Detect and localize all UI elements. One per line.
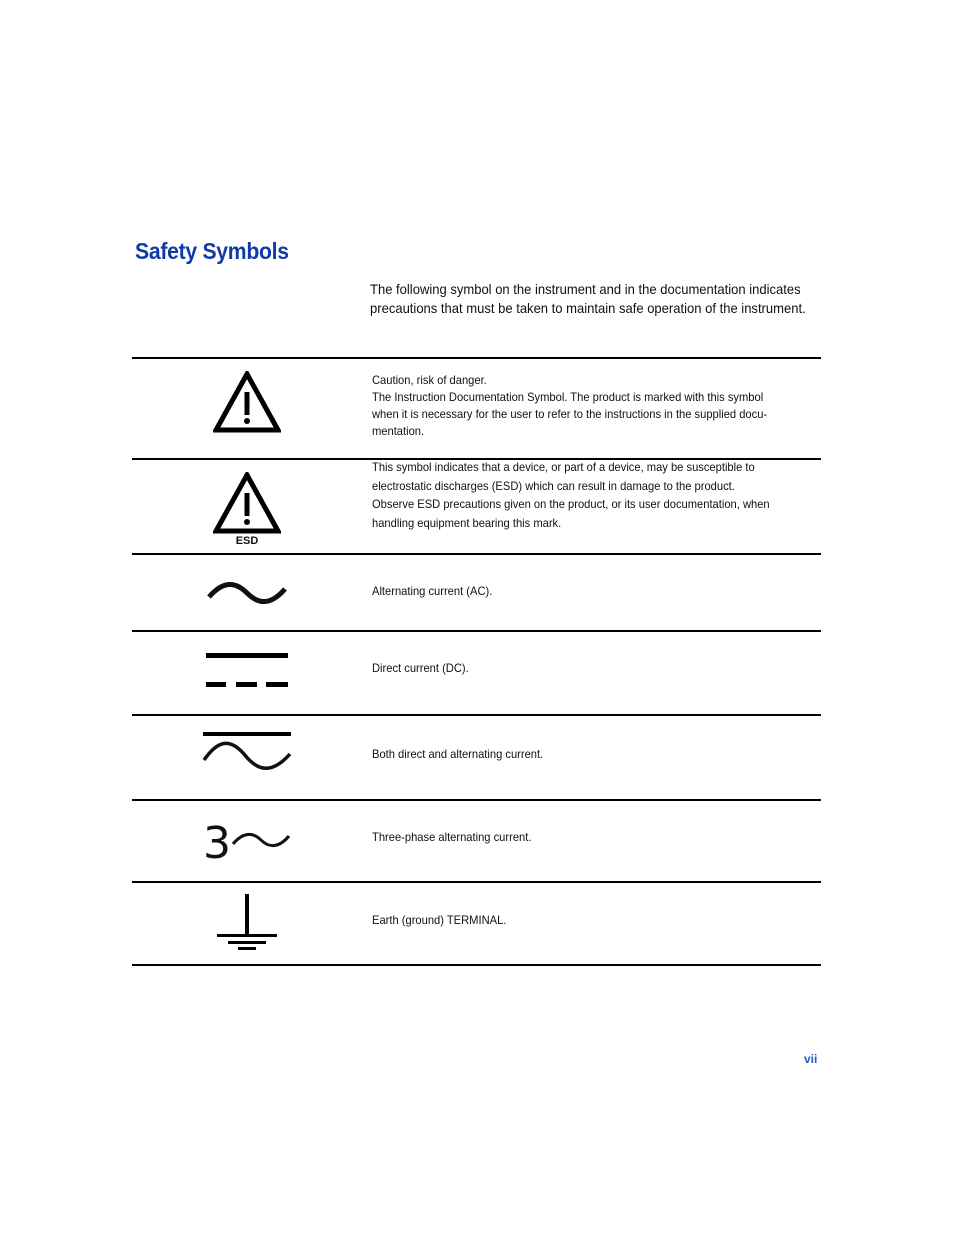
description-line: handling equipment bearing this mark.	[372, 515, 562, 530]
description-line: Observe ESD precautions given on the pro…	[372, 497, 770, 511]
symbol-row-three-phase: 3 Three-phase alternating current.	[132, 801, 821, 881]
symbol-row-dc: Direct current (DC).	[132, 632, 821, 714]
symbol-row-ac-dc: Both direct and alternating current.	[132, 716, 821, 799]
description-line: This symbol indicates that a device, or …	[372, 460, 755, 474]
symbol-description: Both direct and alternating current.	[372, 747, 809, 761]
intro-paragraph: The following symbol on the instrument a…	[370, 281, 806, 316]
warning-triangle-icon	[202, 371, 292, 433]
description-line: The Instruction Documentation Symbol. Th…	[372, 390, 764, 404]
symbol-row-ac: Alternating current (AC).	[132, 555, 821, 630]
symbol-description: Direct current (DC).	[372, 661, 809, 675]
direct-current-icon	[202, 648, 292, 690]
alternating-current-icon	[202, 575, 292, 611]
ac-dc-icon	[202, 730, 292, 778]
earth-ground-icon	[202, 891, 292, 951]
description-line: mentation.	[372, 424, 425, 438]
symbol-row-caution: Caution, risk of danger. The Instruction…	[132, 359, 821, 458]
three-phase-ac-icon: 3	[202, 817, 292, 863]
table-rule-bottom	[132, 964, 821, 966]
symbol-description: This symbol indicates that a device, or …	[372, 458, 809, 532]
description-line: Alternating current (AC).	[372, 584, 493, 598]
esd-label: ESD	[235, 534, 259, 547]
description-line: electrostatic discharges (ESD) which can…	[372, 478, 735, 493]
page-number: vii	[804, 1052, 818, 1066]
three-phase-number: 3	[203, 818, 231, 862]
description-line: Three-phase alternating current.	[372, 830, 532, 844]
symbol-description: Alternating current (AC).	[372, 584, 809, 598]
symbol-description: Earth (ground) TERMINAL.	[372, 913, 809, 927]
description-line: when it is necessary for the user to ref…	[372, 407, 768, 421]
esd-warning-icon: ESD	[202, 470, 292, 548]
symbol-description: Three-phase alternating current.	[372, 830, 809, 844]
description-line: Direct current (DC).	[372, 661, 469, 675]
symbol-description: Caution, risk of danger. The Instruction…	[372, 372, 809, 440]
symbol-row-esd: ESD This symbol indicates that a device,…	[132, 460, 821, 553]
description-line: Caution, risk of danger.	[372, 373, 487, 387]
symbol-row-earth: Earth (ground) TERMINAL.	[132, 883, 821, 964]
description-line: Both direct and alternating current.	[372, 747, 544, 761]
page-title: Safety Symbols	[135, 238, 289, 264]
description-line: Earth (ground) TERMINAL.	[372, 913, 507, 927]
